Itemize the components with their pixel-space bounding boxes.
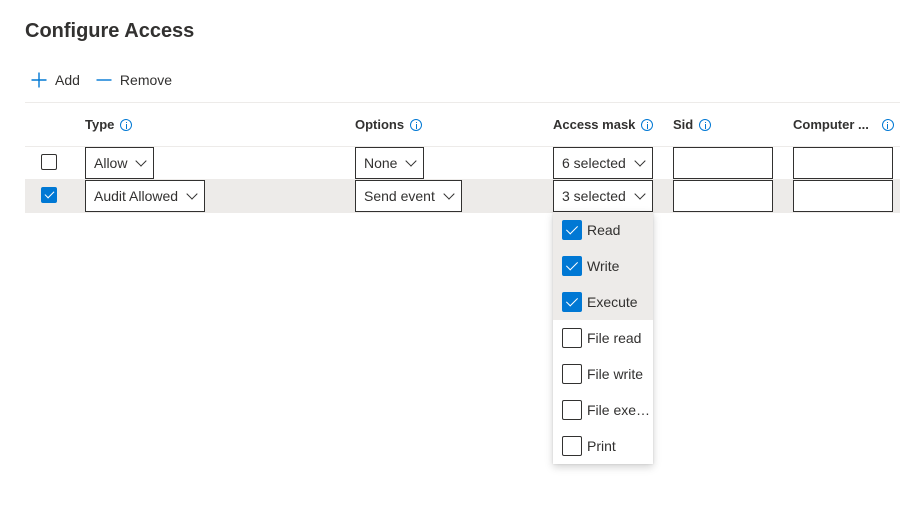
info-icon[interactable] [881, 118, 894, 131]
info-icon[interactable] [641, 118, 654, 131]
option-label: Execute [587, 294, 638, 310]
remove-button[interactable]: Remove [90, 66, 178, 94]
option-checkbox[interactable] [562, 436, 582, 456]
remove-label: Remove [119, 72, 173, 88]
option-label: Read [587, 222, 621, 238]
divider [25, 102, 900, 103]
options-dropdown[interactable]: None [355, 147, 425, 179]
access-mask-dropdown-value: 3 selected [562, 188, 626, 204]
chevron-down-icon [634, 154, 646, 167]
row-checkbox-checked[interactable] [41, 187, 57, 203]
sid-input[interactable] [673, 180, 773, 212]
add-button[interactable]: Add [25, 66, 86, 94]
option-checkbox-checked[interactable] [562, 256, 582, 276]
options-dropdown-value: None [364, 155, 398, 171]
column-header-label: Sid [673, 117, 694, 132]
access-mask-menu: Read Write Execute File read File write … [553, 212, 653, 464]
menu-option-print[interactable]: Print [553, 428, 653, 464]
access-mask-dropdown-value: 6 selected [562, 155, 626, 171]
option-checkbox-checked[interactable] [562, 220, 582, 240]
menu-option-file-execute[interactable]: File execu... [553, 392, 653, 428]
column-header-label: Type [85, 117, 115, 132]
type-dropdown-value: Allow [94, 155, 128, 171]
option-checkbox[interactable] [562, 364, 582, 384]
chevron-down-icon [186, 187, 198, 200]
command-bar: Add Remove [25, 66, 178, 94]
add-label: Add [55, 72, 80, 88]
plus-icon [31, 72, 47, 88]
column-header-label: Options [355, 117, 405, 132]
option-label: Write [587, 258, 620, 274]
info-icon[interactable] [120, 118, 133, 131]
option-checkbox[interactable] [562, 328, 582, 348]
chevron-down-icon [443, 187, 455, 200]
column-header-computer[interactable]: Computer ... [793, 117, 894, 132]
type-dropdown[interactable]: Audit Allowed [85, 180, 206, 212]
chevron-down-icon [634, 187, 646, 200]
option-label: Print [587, 438, 616, 454]
access-mask-dropdown[interactable]: 6 selected [553, 147, 653, 179]
computer-input[interactable] [793, 147, 893, 179]
chevron-down-icon [135, 154, 148, 167]
info-icon[interactable] [410, 118, 423, 131]
column-header-type[interactable]: Type [85, 117, 133, 132]
menu-option-execute[interactable]: Execute [553, 284, 653, 320]
type-dropdown[interactable]: Allow [85, 147, 155, 179]
column-header-label: Access mask [553, 117, 636, 132]
option-label: File write [587, 366, 644, 382]
option-label: File read [587, 330, 642, 346]
column-header-access-mask[interactable]: Access mask [553, 117, 654, 132]
column-header-sid[interactable]: Sid [673, 117, 712, 132]
computer-input[interactable] [793, 180, 893, 212]
chevron-down-icon [405, 154, 418, 167]
row-checkbox[interactable] [41, 154, 57, 170]
menu-option-read[interactable]: Read [553, 212, 653, 248]
option-checkbox[interactable] [562, 400, 582, 420]
option-checkbox-checked[interactable] [562, 292, 582, 312]
type-dropdown-value: Audit Allowed [94, 188, 179, 204]
info-icon[interactable] [699, 118, 712, 131]
column-header-label: Computer ... [793, 117, 869, 132]
options-dropdown-value: Send event [364, 188, 435, 204]
sid-input[interactable] [673, 147, 773, 179]
option-label: File execu... [587, 402, 653, 418]
menu-option-write[interactable]: Write [553, 248, 653, 284]
access-mask-dropdown-open[interactable]: 3 selected [553, 180, 653, 212]
menu-option-file-read[interactable]: File read [553, 320, 653, 356]
minus-icon [96, 79, 112, 81]
menu-option-file-write[interactable]: File write [553, 356, 653, 392]
page-title: Configure Access [25, 20, 195, 42]
options-dropdown[interactable]: Send event [355, 180, 462, 212]
column-header-options[interactable]: Options [355, 117, 423, 132]
